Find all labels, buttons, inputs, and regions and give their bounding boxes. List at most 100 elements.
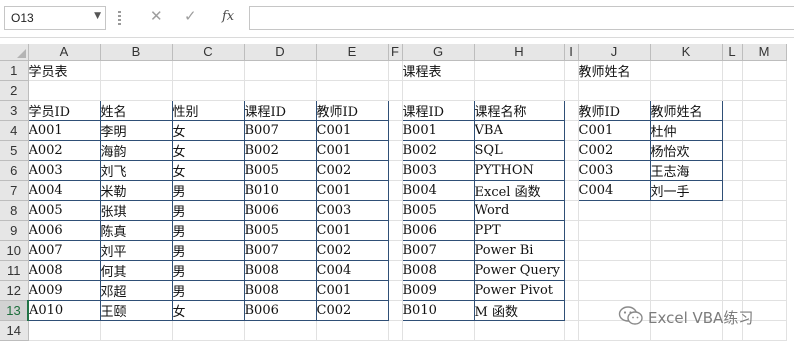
student-cell[interactable]: C002 (315, 159, 389, 181)
cell-f1[interactable] (388, 60, 403, 81)
cell-f12[interactable] (388, 280, 403, 301)
cell-e1[interactable] (316, 60, 389, 81)
student-cell[interactable]: 男 (171, 239, 245, 261)
course-cell[interactable]: B006 (401, 219, 475, 241)
course-cell[interactable]: B004 (401, 179, 475, 201)
cell-k1[interactable] (650, 60, 723, 81)
student-cell[interactable]: C001 (315, 279, 389, 301)
column-header-j[interactable]: J (578, 44, 651, 61)
cell-a14[interactable] (28, 320, 101, 341)
cell-j12[interactable] (578, 280, 651, 301)
course-cell[interactable]: PYTHON (473, 159, 565, 181)
cell-l7[interactable] (722, 180, 743, 201)
cell-k12[interactable] (650, 280, 723, 301)
student-cell[interactable]: A005 (27, 199, 101, 221)
row-header-7[interactable]: 7 (0, 180, 29, 201)
student-cell[interactable]: 男 (171, 279, 245, 301)
cell-c14[interactable] (172, 320, 245, 341)
course-cell[interactable]: Word (473, 199, 565, 221)
student-cell[interactable]: C001 (315, 139, 389, 161)
cell-m11[interactable] (742, 260, 787, 281)
row-header-11[interactable]: 11 (0, 260, 29, 281)
student-cell[interactable]: 男 (171, 219, 245, 241)
cell-f14[interactable] (388, 320, 403, 341)
cell-l9[interactable] (722, 220, 743, 241)
student-cell[interactable]: A007 (27, 239, 101, 261)
teacher-cell[interactable]: 杨怡欢 (649, 139, 723, 161)
column-header-c[interactable]: C (172, 44, 245, 61)
course-cell[interactable]: SQL (473, 139, 565, 161)
column-header-a[interactable]: A (28, 44, 101, 61)
student-cell[interactable]: A009 (27, 279, 101, 301)
course-cell[interactable]: B003 (401, 159, 475, 181)
cell-k9[interactable] (650, 220, 723, 241)
column-header-k[interactable]: K (650, 44, 723, 61)
cell-c2[interactable] (172, 80, 245, 101)
cell-f5[interactable] (388, 140, 403, 161)
insert-function-icon[interactable]: fx (222, 9, 234, 24)
cell-i8[interactable] (564, 200, 579, 221)
student-cell[interactable]: A006 (27, 219, 101, 241)
cell-m5[interactable] (742, 140, 787, 161)
row-header-8[interactable]: 8 (0, 200, 29, 221)
cell-b2[interactable] (100, 80, 173, 101)
row-header-2[interactable]: 2 (0, 80, 29, 101)
course-cell[interactable]: Excel 函数 (473, 179, 565, 201)
column-header-m[interactable]: M (742, 44, 787, 61)
teacher-cell[interactable]: C001 (577, 119, 651, 141)
cell-f6[interactable] (388, 160, 403, 181)
course-table-title[interactable]: 课程表 (402, 60, 475, 81)
cell-i4[interactable] (564, 120, 579, 141)
column-header-f[interactable]: F (388, 44, 403, 61)
cell-i13[interactable] (564, 300, 579, 321)
cell-d2[interactable] (244, 80, 317, 101)
teacher-header-cell[interactable]: 教师姓名 (649, 99, 723, 121)
cell-i6[interactable] (564, 160, 579, 181)
student-cell[interactable]: B005 (243, 159, 317, 181)
cell-d14[interactable] (244, 320, 317, 341)
student-header-cell[interactable]: 性别 (171, 99, 245, 121)
cell-m3[interactable] (742, 100, 787, 121)
teacher-cell[interactable]: C002 (577, 139, 651, 161)
chevron-down-icon[interactable]: ▼ (94, 11, 101, 21)
course-cell[interactable]: Power Pivot (473, 279, 565, 301)
course-cell[interactable]: PPT (473, 219, 565, 241)
student-cell[interactable]: 女 (171, 159, 245, 181)
student-cell[interactable]: C002 (315, 299, 389, 321)
student-cell[interactable]: 何其 (99, 259, 173, 281)
student-cell[interactable]: B007 (243, 119, 317, 141)
student-cell[interactable]: A002 (27, 139, 101, 161)
teacher-cell[interactable]: 王志海 (649, 159, 723, 181)
cell-f10[interactable] (388, 240, 403, 261)
column-header-h[interactable]: H (474, 44, 565, 61)
row-header-1[interactable]: 1 (0, 60, 29, 81)
student-header-cell[interactable]: 学员ID (27, 99, 101, 121)
cell-f4[interactable] (388, 120, 403, 141)
cell-j8[interactable] (578, 200, 651, 221)
student-cell[interactable]: 刘平 (99, 239, 173, 261)
student-cell[interactable]: 邓超 (99, 279, 173, 301)
cell-i10[interactable] (564, 240, 579, 261)
name-box[interactable]: O13 ▼ (4, 6, 106, 30)
student-cell[interactable]: C003 (315, 199, 389, 221)
course-cell[interactable]: B010 (401, 299, 475, 321)
student-cell[interactable]: 王颐 (99, 299, 173, 321)
cell-j2[interactable] (578, 80, 651, 101)
student-header-cell[interactable]: 课程ID (243, 99, 317, 121)
cell-j10[interactable] (578, 240, 651, 261)
cell-f7[interactable] (388, 180, 403, 201)
student-cell[interactable]: A001 (27, 119, 101, 141)
cell-h1[interactable] (474, 60, 565, 81)
cell-i12[interactable] (564, 280, 579, 301)
cell-h2[interactable] (474, 80, 565, 101)
cell-i14[interactable] (564, 320, 579, 341)
student-cell[interactable]: B008 (243, 279, 317, 301)
student-cell[interactable]: 女 (171, 299, 245, 321)
cell-l2[interactable] (722, 80, 743, 101)
student-cell[interactable]: 海韵 (99, 139, 173, 161)
student-cell[interactable]: 男 (171, 259, 245, 281)
student-cell[interactable]: B006 (243, 199, 317, 221)
student-cell[interactable]: 女 (171, 139, 245, 161)
cell-f3[interactable] (388, 100, 403, 121)
row-header-12[interactable]: 12 (0, 280, 29, 301)
